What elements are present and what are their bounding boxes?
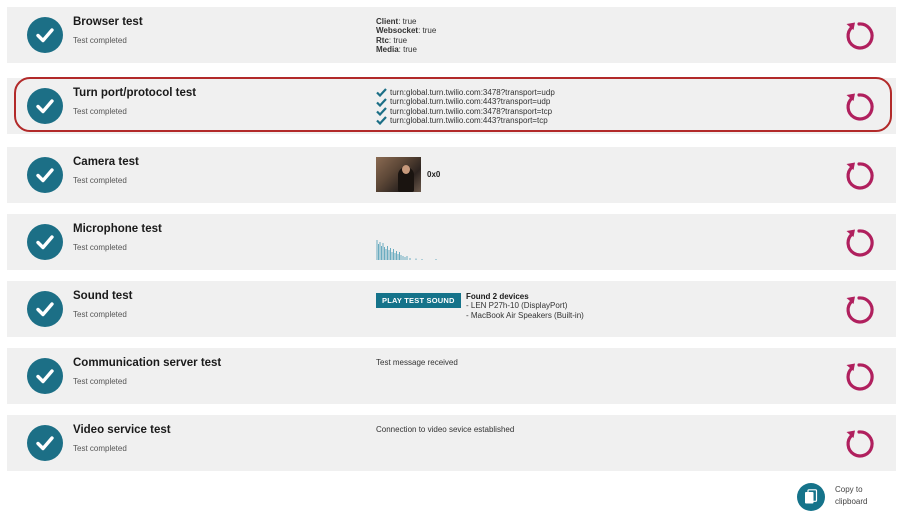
play-test-sound-button[interactable]: PLAY TEST SOUND	[376, 293, 461, 308]
turn-url: turn:global.turn.twilio.com:3478?transpo…	[390, 88, 555, 97]
retry-icon[interactable]	[842, 427, 876, 461]
check-circle-icon	[27, 358, 63, 394]
device-item: - MacBook Air Speakers (Built-in)	[466, 310, 584, 320]
test-row-microphone: Microphone test Test completed	[7, 214, 896, 270]
detail-value: : true	[388, 35, 408, 45]
detail-value: : true	[398, 17, 417, 26]
camera-resolution: 0x0	[427, 170, 441, 179]
test-title: Communication server test	[73, 357, 222, 369]
retry-icon[interactable]	[842, 360, 876, 394]
check-circle-icon	[27, 291, 63, 327]
check-circle-icon	[27, 425, 63, 461]
copy-icon	[805, 489, 818, 504]
test-status: Test completed	[73, 377, 127, 386]
communication-message: Test message received	[376, 358, 458, 367]
browser-details: Client: true Websocket: true Rtc: true M…	[376, 17, 436, 55]
checkmark-icon	[376, 88, 387, 98]
audio-waveform	[376, 240, 437, 260]
test-title: Browser test	[73, 16, 143, 28]
detail-value: : true	[398, 45, 417, 55]
test-row-sound: Sound test Test completed PLAY TEST SOUN…	[7, 281, 896, 337]
checkmark-icon	[376, 107, 387, 116]
test-row-communication: Communication server test Test completed…	[7, 348, 896, 404]
copy-to-clipboard-label[interactable]: Copy to clipboard	[835, 484, 885, 508]
devices-found: Found 2 devices	[466, 292, 529, 301]
test-status: Test completed	[73, 243, 127, 252]
test-title: Turn port/protocol test	[73, 87, 197, 99]
checkmark-icon	[376, 97, 387, 107]
check-circle-icon	[27, 157, 63, 193]
turn-url: turn:global.turn.twilio.com:3478?transpo…	[390, 106, 553, 116]
test-status: Test completed	[73, 36, 127, 45]
detail-key: Media	[376, 45, 399, 55]
retry-icon[interactable]	[842, 19, 876, 53]
test-row-turn: Turn port/protocol test Test completed t…	[7, 78, 896, 134]
retry-icon[interactable]	[842, 226, 876, 260]
test-row-camera: Camera test Test completed 0x0	[7, 147, 896, 203]
detail-key: Client	[376, 17, 399, 26]
retry-icon[interactable]	[842, 159, 876, 193]
detail-key: Websocket	[376, 26, 419, 36]
sound-devices: Found 2 devices - LEN P27h-10 (DisplayPo…	[466, 292, 584, 320]
test-status: Test completed	[73, 176, 127, 185]
video-message: Connection to video sevice established	[376, 425, 515, 434]
test-title: Microphone test	[73, 223, 162, 235]
turn-url: turn:global.turn.twilio.com:443?transpor…	[390, 116, 548, 126]
test-row-browser: Browser test Test completed Client: true…	[7, 7, 896, 63]
detail-value: : true	[418, 26, 437, 36]
test-title: Camera test	[73, 156, 139, 168]
retry-icon[interactable]	[842, 90, 876, 124]
camera-preview	[376, 157, 421, 192]
test-row-video: Video service test Test completed Connec…	[7, 415, 896, 471]
test-title: Sound test	[73, 290, 133, 302]
test-status: Test completed	[73, 107, 127, 116]
test-status: Test completed	[73, 310, 127, 319]
test-title: Video service test	[73, 424, 171, 436]
device-item: - LEN P27h-10 (DisplayPort)	[466, 301, 568, 311]
test-status: Test completed	[73, 444, 127, 453]
detail-key: Rtc	[376, 35, 389, 45]
check-circle-icon	[27, 88, 63, 124]
check-circle-icon	[27, 17, 63, 53]
turn-url: turn:global.turn.twilio.com:443?transpor…	[390, 97, 551, 107]
turn-details: turn:global.turn.twilio.com:3478?transpo…	[376, 88, 555, 126]
checkmark-icon	[376, 116, 387, 126]
copy-to-clipboard-button[interactable]	[797, 483, 825, 511]
retry-icon[interactable]	[842, 293, 876, 327]
check-circle-icon	[27, 224, 63, 260]
